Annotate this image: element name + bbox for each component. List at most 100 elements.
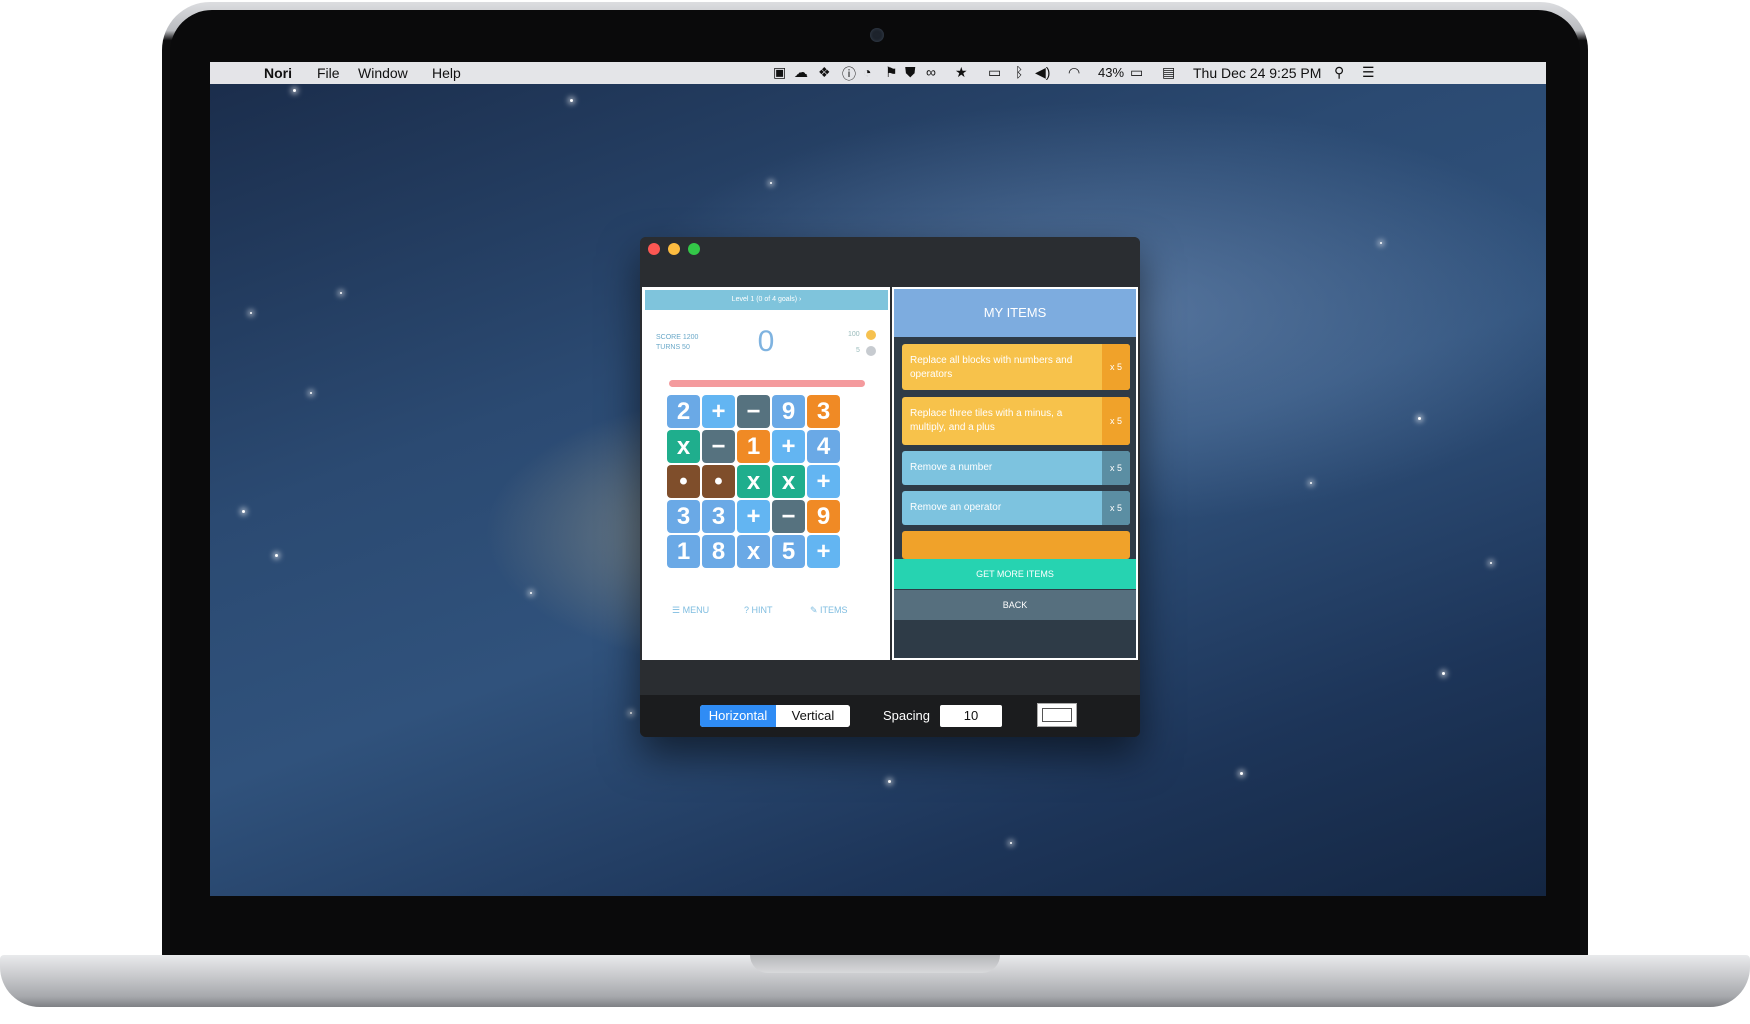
tile[interactable]: + (737, 500, 770, 533)
tile[interactable]: + (772, 430, 805, 463)
orientation-segmented-control: Horizontal Vertical (700, 705, 850, 727)
item-count: x 5 (1102, 344, 1130, 390)
desktop-screen: Nori File Window Help ▣ ☁ ❖ ⓘ ◔ ⚑ ⛊ ∞ ★ … (210, 62, 1546, 896)
spotlight-search-icon[interactable]: ⚲ (1334, 64, 1344, 81)
glasses-icon[interactable]: ∞ (926, 64, 936, 80)
spacing-label: Spacing (883, 708, 930, 723)
tile[interactable]: 1 (737, 430, 770, 463)
tile[interactable]: 3 (702, 500, 735, 533)
item-label: Replace three tiles with a minus, a mult… (910, 408, 1063, 433)
star (770, 182, 772, 184)
tile[interactable]: 1 (667, 535, 700, 568)
wand-icon: ✎ (810, 605, 821, 615)
minimize-button[interactable] (668, 243, 680, 255)
tile[interactable]: 2 (667, 395, 700, 428)
title-bar[interactable] (640, 237, 1140, 282)
tile[interactable]: + (807, 465, 840, 498)
menu-window[interactable]: Window (358, 65, 408, 81)
camera-icon (870, 28, 884, 42)
hint-button[interactable]: ? HINT (744, 605, 773, 615)
item-count: x 5 (1102, 397, 1130, 445)
menu-app-name[interactable]: Nori (264, 65, 292, 81)
item-label: Remove a number (910, 462, 993, 473)
tile[interactable]: x (737, 465, 770, 498)
wifi-icon[interactable]: ◠ (1068, 64, 1080, 81)
tile[interactable]: x (772, 465, 805, 498)
hint-button-label: HINT (751, 605, 773, 615)
menu-button-label: MENU (682, 605, 710, 615)
horizontal-option[interactable]: Horizontal (700, 705, 776, 727)
star (275, 554, 278, 557)
status-app-icon[interactable]: ▣ (773, 64, 786, 81)
tile[interactable]: − (772, 500, 805, 533)
item-remove-operator[interactable]: Remove an operator x 5 (902, 491, 1130, 525)
vertical-option[interactable]: Vertical (776, 705, 850, 727)
star (1240, 772, 1243, 775)
menu-button[interactable]: ☰ MENU (672, 605, 709, 616)
battery-icon[interactable]: ▭ (1130, 64, 1143, 81)
tile[interactable]: − (737, 395, 770, 428)
items-button-label: ITEMS (820, 605, 848, 615)
item-replace-all[interactable]: Replace all blocks with numbers and oper… (902, 344, 1130, 390)
shield-icon[interactable]: ⛊ (905, 64, 916, 81)
tile[interactable]: x (737, 535, 770, 568)
onepassword-icon[interactable]: ⓘ (842, 64, 856, 84)
bottom-toolbar: Horizontal Vertical Spacing 10 (640, 695, 1140, 737)
tile[interactable]: 4 (807, 430, 840, 463)
star (1418, 417, 1421, 420)
tile[interactable]: • (702, 465, 735, 498)
game-panel: Level 1 (0 of 4 goals) › SCORE 1200 TURN… (642, 287, 890, 660)
star (530, 592, 532, 594)
dropbox-icon[interactable]: ❖ (818, 64, 831, 81)
star (293, 89, 296, 92)
close-button[interactable] (648, 243, 660, 255)
star (888, 780, 891, 783)
star (630, 712, 632, 714)
help-icon: ? (744, 605, 752, 615)
tile[interactable]: • (667, 465, 700, 498)
star (340, 292, 342, 294)
star-icon[interactable]: ★ (955, 64, 968, 81)
tile[interactable]: 3 (667, 500, 700, 533)
item-count: x 5 (1102, 491, 1130, 525)
us-flag-icon[interactable]: ▤ (1162, 64, 1175, 81)
get-more-items-button[interactable]: GET MORE ITEMS (894, 559, 1136, 589)
item-replace-three[interactable]: Replace three tiles with a minus, a mult… (902, 397, 1130, 445)
item-remove-number[interactable]: Remove a number x 5 (902, 451, 1130, 485)
app-window: Level 1 (0 of 4 goals) › SCORE 1200 TURN… (640, 237, 1140, 737)
tile[interactable]: − (702, 430, 735, 463)
spacing-input[interactable]: 10 (940, 705, 1002, 727)
tile[interactable]: + (702, 395, 735, 428)
zoom-button[interactable] (688, 243, 700, 255)
clock-app-icon[interactable]: ◔ (863, 64, 871, 80)
menu-clock[interactable]: Thu Dec 24 9:25 PM (1193, 65, 1321, 81)
airplay-icon[interactable]: ▭ (988, 64, 1001, 81)
bookmark-icon[interactable]: ⚑ (885, 64, 898, 81)
tile[interactable]: 3 (807, 395, 840, 428)
tile[interactable]: 9 (807, 500, 840, 533)
color-swatch (1042, 708, 1072, 722)
star (1010, 842, 1012, 844)
tile[interactable]: + (807, 535, 840, 568)
tile[interactable]: 8 (702, 535, 735, 568)
menu-help[interactable]: Help (432, 65, 461, 81)
menu-bar: Nori File Window Help ▣ ☁ ❖ ⓘ ◔ ⚑ ⛊ ∞ ★ … (210, 62, 1546, 84)
volume-icon[interactable]: ◀) (1035, 64, 1050, 81)
star (1490, 562, 1492, 564)
notification-center-icon[interactable]: ☰ (1362, 64, 1375, 81)
star (1442, 672, 1445, 675)
tile[interactable]: 5 (772, 535, 805, 568)
item-partial[interactable] (902, 531, 1130, 559)
back-button[interactable]: BACK (894, 590, 1136, 620)
star (310, 392, 312, 394)
star (1380, 242, 1382, 244)
menu-file[interactable]: File (317, 65, 340, 81)
item-count: x 5 (1102, 451, 1130, 485)
tile[interactable]: 9 (772, 395, 805, 428)
color-well[interactable] (1037, 703, 1077, 727)
items-button[interactable]: ✎ ITEMS (810, 605, 848, 616)
bluetooth-icon[interactable]: ᛒ (1015, 64, 1023, 80)
cloud-icon[interactable]: ☁ (794, 64, 808, 81)
star (570, 99, 573, 102)
tile[interactable]: x (667, 430, 700, 463)
